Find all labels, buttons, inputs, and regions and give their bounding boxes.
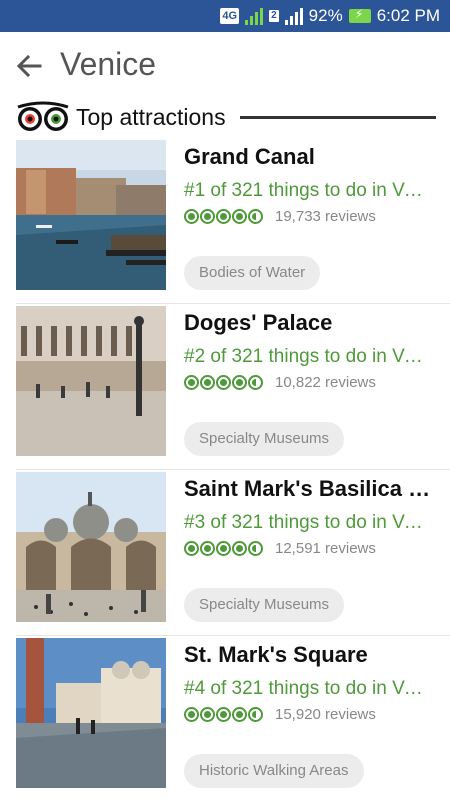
page-title: Venice — [60, 46, 157, 82]
category-tag[interactable]: Specialty Museums — [184, 588, 345, 622]
back-button[interactable] — [14, 50, 46, 82]
attraction-photo — [16, 140, 166, 290]
rating-bubble-icon — [216, 541, 231, 556]
attraction-photo — [16, 306, 166, 456]
battery-percent: 92% — [308, 6, 343, 25]
attraction-rank: #1 of 321 things to do in Venice — [184, 180, 432, 201]
bubble-rating — [184, 541, 263, 556]
list-item[interactable]: Saint Mark's Basilica (Basilica di San M… — [16, 470, 450, 636]
category-tag[interactable]: Specialty Museums — [184, 422, 345, 456]
bubble-rating — [184, 707, 263, 722]
rating-bubble-icon — [200, 541, 215, 556]
rating-half-bubble-icon — [248, 707, 263, 722]
category-tag[interactable]: Historic Walking Areas — [184, 754, 364, 788]
rating-row: 12,591 reviews — [184, 540, 376, 557]
rating-row: 19,733 reviews — [184, 208, 376, 225]
attraction-rank: #3 of 321 things to do in Venice — [184, 512, 432, 533]
rating-row: 15,920 reviews — [184, 706, 376, 723]
rating-bubble-icon — [200, 209, 215, 224]
rating-half-bubble-icon — [248, 541, 263, 556]
signal-strength-icon — [245, 7, 264, 25]
attraction-rank: #4 of 321 things to do in Venice — [184, 678, 432, 699]
rating-bubble-icon — [216, 209, 231, 224]
rating-bubble-icon — [232, 541, 247, 556]
rating-bubble-icon — [232, 707, 247, 722]
attraction-name: Grand Canal — [184, 144, 315, 169]
attraction-name: Saint Mark's Basilica (Basilica di San M… — [184, 476, 434, 501]
attraction-rank: #2 of 321 things to do in Venice — [184, 346, 432, 367]
rating-row: 10,822 reviews — [184, 374, 376, 391]
sim-indicator-icon: 2 — [269, 10, 279, 22]
rating-bubble-icon — [232, 375, 247, 390]
status-bar: 4G 2 92% 6:02 PM — [0, 0, 450, 32]
battery-charging-icon — [348, 7, 371, 23]
attraction-photo — [16, 638, 166, 788]
section-divider — [239, 115, 436, 119]
app-header: Venice — [0, 32, 450, 102]
attraction-photo — [16, 472, 166, 622]
rating-bubble-icon — [184, 209, 199, 224]
attraction-name: St. Mark's Square — [184, 642, 368, 667]
arrow-left-icon — [16, 54, 42, 78]
review-count: 10,822 reviews — [275, 374, 376, 391]
rating-bubble-icon — [216, 375, 231, 390]
list-item[interactable]: St. Mark's Square #4 of 321 things to do… — [16, 636, 450, 800]
review-count: 15,920 reviews — [275, 706, 376, 723]
review-count: 19,733 reviews — [275, 208, 376, 225]
bubble-rating — [184, 209, 263, 224]
rating-bubble-icon — [184, 375, 199, 390]
rating-bubble-icon — [200, 707, 215, 722]
list-item[interactable]: Grand Canal #1 of 321 things to do in Ve… — [16, 138, 450, 304]
list-item[interactable]: Doges' Palace #2 of 321 things to do in … — [16, 304, 450, 470]
attraction-name: Doges' Palace — [184, 310, 333, 335]
signal-strength-2-icon — [284, 7, 303, 25]
attractions-list: Grand Canal #1 of 321 things to do in Ve… — [0, 138, 450, 800]
review-count: 12,591 reviews — [275, 540, 376, 557]
network-type-icon: 4G — [220, 8, 240, 24]
section-header: Top attractions — [16, 98, 436, 136]
clock: 6:02 PM — [376, 6, 440, 25]
rating-bubble-icon — [216, 707, 231, 722]
section-title: Top attractions — [76, 103, 226, 130]
rating-bubble-icon — [184, 541, 199, 556]
category-tag[interactable]: Bodies of Water — [184, 256, 321, 290]
rating-bubble-icon — [184, 707, 199, 722]
rating-bubble-icon — [200, 375, 215, 390]
rating-bubble-icon — [232, 209, 247, 224]
rating-half-bubble-icon — [248, 209, 263, 224]
owl-eyes-icon — [17, 101, 69, 131]
rating-half-bubble-icon — [248, 375, 263, 390]
bubble-rating — [184, 375, 263, 390]
